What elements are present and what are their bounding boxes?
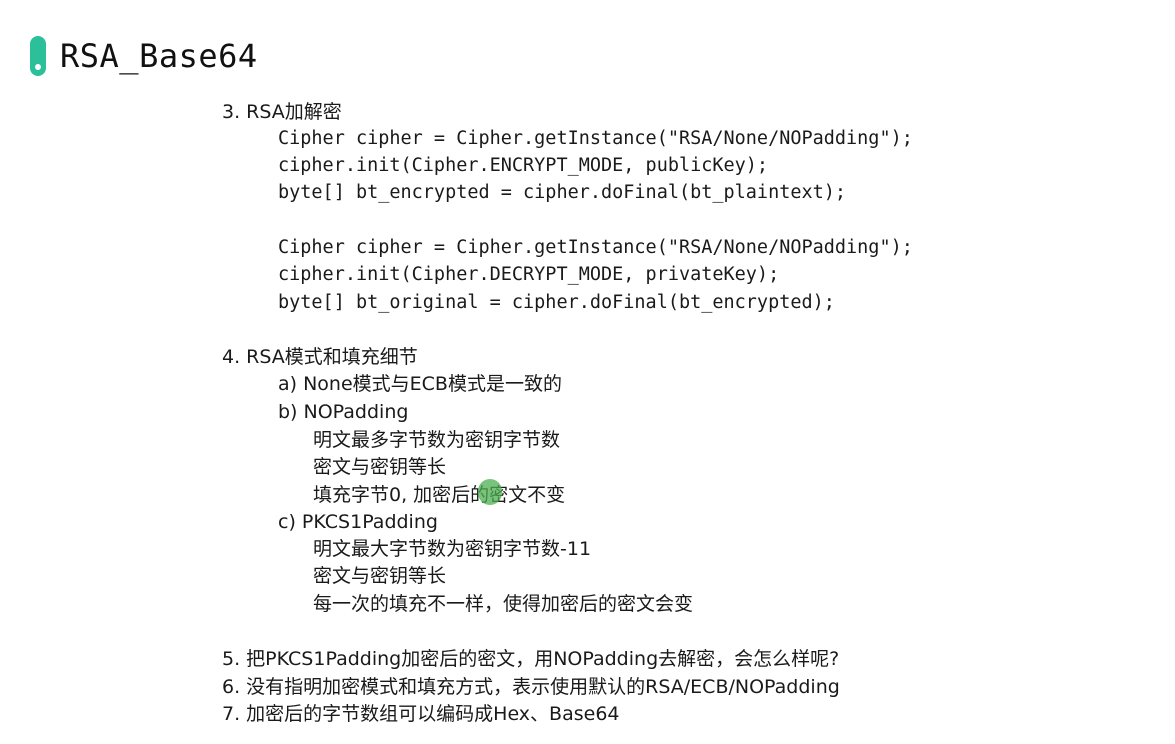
code-line: cipher.init(Cipher.ENCRYPT_MODE, publicK… [278,155,769,176]
code-line: byte[] bt_encrypted = cipher.doFinal(bt_… [278,182,847,203]
section-3-heading: 3. RSA加解密 [222,101,342,123]
section-4-item-c: c) PKCS1Padding [278,511,438,533]
list-item: 密文与密钥等长 [313,456,447,478]
list-item: 明文最多字节数为密钥字节数 [313,429,561,451]
code-line: byte[] bt_original = cipher.doFinal(bt_e… [278,292,835,313]
section-4-heading: 4. RSA模式和填充细节 [222,346,418,368]
code-line: cipher.init(Cipher.DECRYPT_MODE, private… [278,264,780,285]
slide-title: RSA_Base64 [60,37,258,75]
section-4-item-b: b) NOPadding [278,401,409,423]
section-6-item: 6. 没有指明加密模式和填充方式，表示使用默认的RSA/ECB/NOPaddin… [222,676,840,698]
code-line: Cipher cipher = Cipher.getInstance("RSA/… [278,128,913,149]
section-5-item: 5. 把PKCS1Padding加密后的密文，用NOPadding去解密，会怎么… [222,648,840,670]
section-4-item-a: a) None模式与ECB模式是一致的 [278,373,562,395]
section-7-item: 7. 加密后的字节数组可以编码成Hex、Base64 [222,703,620,725]
slide-header: RSA_Base64 [30,34,258,78]
title-marker-icon [30,36,46,76]
list-item: 明文最大字节数为密钥字节数-11 [313,538,592,560]
list-item: 填充字节0, 加密后的密文不变 [313,484,566,506]
code-line: Cipher cipher = Cipher.getInstance("RSA/… [278,237,913,258]
list-item: 每一次的填充不一样，使得加密后的密文会变 [313,593,694,615]
list-item: 密文与密钥等长 [313,565,447,587]
pointer-highlight-icon [478,479,502,505]
